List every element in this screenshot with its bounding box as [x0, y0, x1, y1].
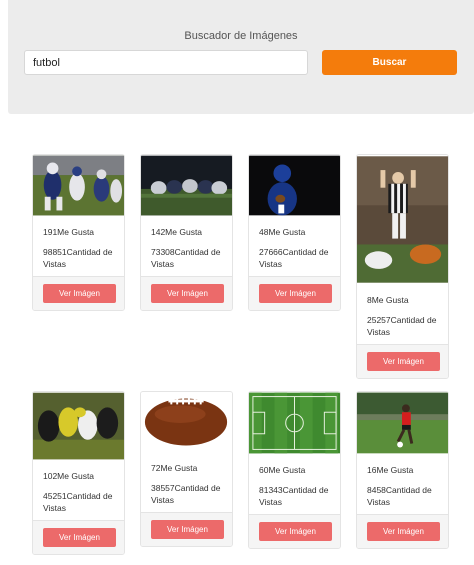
result-card: 191Me Gusta 98851Cantidad de Vistas Ver …: [32, 154, 125, 311]
view-image-button[interactable]: Ver Imágen: [367, 352, 440, 371]
card-footer: Ver Imágen: [249, 276, 340, 310]
views-count: 81343Cantidad de Vistas: [259, 485, 329, 507]
view-image-button[interactable]: Ver Imágen: [367, 522, 440, 541]
likes-count: 191Me Gusta: [43, 227, 95, 237]
likes-count: 72Me Gusta: [151, 463, 198, 473]
likes-count: 8Me Gusta: [367, 295, 409, 305]
search-panel: Buscador de Imágenes Buscar: [8, 0, 474, 114]
likes-count: 48Me Gusta: [259, 227, 306, 237]
views-count: 73308Cantidad de Vistas: [151, 247, 221, 269]
view-image-button[interactable]: Ver Imágen: [43, 284, 116, 303]
result-image: [141, 392, 232, 452]
likes-count: 16Me Gusta: [367, 465, 414, 475]
result-image: [141, 155, 232, 216]
views-count: 38557Cantidad de Vistas: [151, 483, 221, 505]
result-card: 48Me Gusta 27666Cantidad de Vistas Ver I…: [248, 154, 341, 311]
card-footer: Ver Imágen: [249, 514, 340, 548]
search-title: Buscador de Imágenes: [184, 30, 298, 42]
view-image-button[interactable]: Ver Imágen: [259, 284, 332, 303]
view-image-button[interactable]: Ver Imágen: [151, 520, 224, 539]
views-count: 27666Cantidad de Vistas: [259, 247, 329, 269]
search-button[interactable]: Buscar: [322, 50, 457, 75]
card-footer: Ver Imágen: [357, 344, 448, 378]
views-count: 8458Cantidad de Vistas: [367, 485, 432, 507]
card-footer: Ver Imágen: [357, 514, 448, 548]
view-image-button[interactable]: Ver Imágen: [43, 528, 116, 547]
result-image: [33, 155, 124, 216]
result-image: [249, 392, 340, 454]
result-image: [33, 392, 124, 460]
views-count: 98851Cantidad de Vistas: [43, 247, 113, 269]
likes-count: 60Me Gusta: [259, 465, 306, 475]
card-footer: Ver Imágen: [141, 512, 232, 546]
search-input[interactable]: [24, 50, 308, 75]
likes-count: 102Me Gusta: [43, 471, 95, 481]
views-count: 45251Cantidad de Vistas: [43, 491, 113, 513]
result-image: [357, 392, 448, 454]
view-image-button[interactable]: Ver Imágen: [151, 284, 224, 303]
result-image: [249, 155, 340, 216]
views-count: 25257Cantidad de Vistas: [367, 315, 437, 337]
likes-count: 142Me Gusta: [151, 227, 203, 237]
card-footer: Ver Imágen: [33, 276, 124, 310]
result-image: [357, 156, 448, 283]
card-footer: Ver Imágen: [141, 276, 232, 310]
result-card: 142Me Gusta 73308Cantidad de Vistas Ver …: [140, 154, 233, 311]
view-image-button[interactable]: Ver Imágen: [259, 522, 332, 541]
result-card: 60Me Gusta 81343Cantidad de Vistas Ver I…: [248, 391, 341, 549]
result-card: 72Me Gusta 38557Cantidad de Vistas Ver I…: [140, 391, 233, 547]
result-card: 8Me Gusta 25257Cantidad de Vistas Ver Im…: [356, 154, 449, 379]
card-footer: Ver Imágen: [33, 520, 124, 554]
result-card: 16Me Gusta 8458Cantidad de Vistas Ver Im…: [356, 391, 449, 549]
result-card: 102Me Gusta 45251Cantidad de Vistas Ver …: [32, 391, 125, 555]
